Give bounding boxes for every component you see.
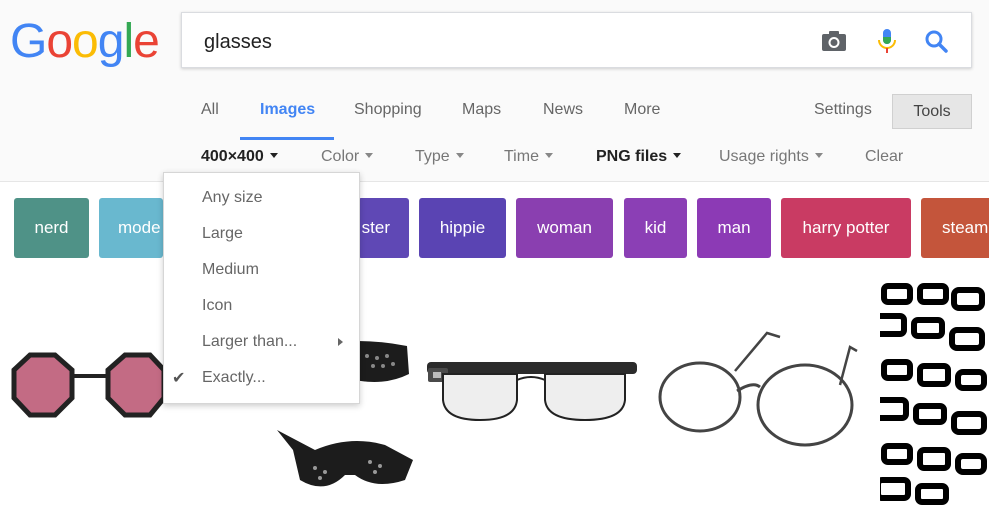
tab-maps[interactable]: Maps <box>462 101 501 119</box>
tab-more[interactable]: More <box>624 101 660 119</box>
chip-mode[interactable]: mode <box>99 198 163 258</box>
clear-filters-link[interactable]: Clear <box>865 148 903 166</box>
result-image-glasses-pattern[interactable] <box>880 280 989 505</box>
logo-letter: g <box>97 15 125 68</box>
time-filter[interactable]: Time <box>504 148 553 166</box>
color-filter[interactable]: Color <box>321 148 374 166</box>
chip-label: mode <box>118 218 161 237</box>
chip-kid[interactable]: kid <box>624 198 687 258</box>
png-filter[interactable]: PNG files <box>596 148 682 166</box>
size-option-icon[interactable]: Icon <box>202 297 232 315</box>
result-image-smart-glasses[interactable] <box>425 350 640 425</box>
size-option-exactly[interactable]: Exactly... <box>202 369 266 387</box>
submenu-arrow-icon <box>338 338 343 346</box>
size-option-larger-than[interactable]: Larger than... <box>202 333 297 351</box>
size-filter[interactable]: 400×400 <box>201 148 278 166</box>
type-filter-label: Type <box>415 148 450 165</box>
size-option-any[interactable]: Any size <box>202 189 262 207</box>
chip-ster[interactable]: ster <box>358 198 409 258</box>
caret-down-icon <box>544 153 553 158</box>
header: Google All Images <box>0 0 989 182</box>
search-box <box>181 12 972 68</box>
checkmark-icon: ✔ <box>172 370 186 387</box>
size-option-large[interactable]: Large <box>202 225 243 243</box>
type-filter[interactable]: Type <box>415 148 464 166</box>
chip-label: nerd <box>34 218 69 237</box>
chip-label: kid <box>644 218 667 237</box>
chip-label: steam <box>942 218 989 237</box>
caret-down-icon <box>365 153 374 158</box>
chip-man[interactable]: man <box>697 198 771 258</box>
chip-label: hippie <box>439 218 486 237</box>
size-option-medium[interactable]: Medium <box>202 261 259 279</box>
search-input[interactable] <box>202 27 806 57</box>
result-image-pinhole-glasses-2[interactable] <box>275 420 415 500</box>
active-tab-indicator <box>240 137 334 140</box>
color-filter-label: Color <box>321 148 360 165</box>
google-logo[interactable]: Google <box>10 14 160 69</box>
chip-label: woman <box>537 218 592 237</box>
logo-letter: o <box>46 15 73 68</box>
usage-rights-filter[interactable]: Usage rights <box>719 148 823 166</box>
search-icon[interactable] <box>920 25 952 57</box>
microphone-icon[interactable] <box>871 25 903 57</box>
chip-harry-potter[interactable]: harry potter <box>781 198 911 258</box>
size-filter-label: 400×400 <box>201 148 264 165</box>
chip-hippie[interactable]: hippie <box>419 198 506 258</box>
settings-link[interactable]: Settings <box>814 101 872 119</box>
tools-button[interactable]: Tools <box>892 94 972 129</box>
chip-label: man <box>717 218 751 237</box>
chip-label: ster <box>361 218 390 237</box>
chip-label: harry potter <box>802 218 890 237</box>
time-filter-label: Time <box>504 148 539 165</box>
logo-letter: e <box>133 15 160 68</box>
chip-nerd[interactable]: nerd <box>14 198 89 258</box>
tab-all[interactable]: All <box>201 101 219 119</box>
caret-down-icon <box>673 153 682 158</box>
usage-rights-label: Usage rights <box>719 148 809 165</box>
chip-steam[interactable]: steam <box>921 198 989 258</box>
logo-letter: l <box>123 15 134 68</box>
size-dropdown-menu: Any size Large Medium Icon Larger than..… <box>163 172 360 404</box>
result-image-round-glasses[interactable] <box>655 325 865 450</box>
caret-down-icon <box>814 153 823 158</box>
caret-down-icon <box>455 153 464 158</box>
caret-down-icon <box>269 153 278 158</box>
result-image-octagon-sunglasses[interactable] <box>10 350 167 430</box>
tab-images[interactable]: Images <box>260 101 315 119</box>
tab-news[interactable]: News <box>543 101 583 119</box>
chip-woman[interactable]: woman <box>516 198 613 258</box>
logo-letter: G <box>10 15 47 68</box>
camera-icon[interactable] <box>818 25 850 57</box>
tab-shopping[interactable]: Shopping <box>354 101 422 119</box>
png-filter-label: PNG files <box>596 148 668 165</box>
logo-letter: o <box>72 15 99 68</box>
